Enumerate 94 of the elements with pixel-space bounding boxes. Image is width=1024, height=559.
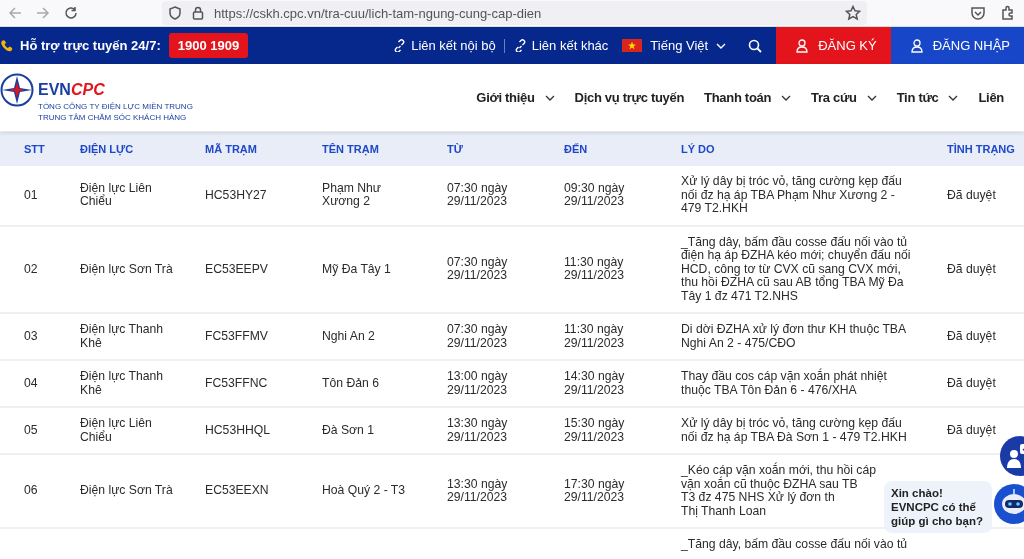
- table-cell-text: Điện lực Thanh Khê: [80, 323, 165, 350]
- back-icon: [8, 6, 22, 20]
- table-cell-text: EC53EEXN: [205, 484, 270, 498]
- status-text: Đã duyệt: [947, 376, 997, 391]
- table-cell-text: EC53EEPV: [205, 262, 269, 276]
- nav-item[interactable]: Giới thiệu: [476, 90, 555, 105]
- column-header: TÊN TRẠM: [322, 143, 380, 155]
- user-icon: [910, 38, 923, 53]
- status-text: Đã duyệt: [947, 262, 997, 276]
- table-cell-text: Đà Sơn 1: [322, 423, 376, 438]
- table-cell-text: Điện lực Liên Chiểu: [80, 417, 153, 444]
- status-text: Đã duyệt: [947, 329, 997, 344]
- reload-icon[interactable]: [64, 6, 78, 20]
- table-cell-text: HC53HHQL: [205, 423, 272, 438]
- table-cell-text: 05: [24, 423, 39, 438]
- table-cell-text: FC53FFNC: [205, 376, 269, 391]
- table-cell-text: 13:30 ngày 29/11/2023: [447, 417, 509, 444]
- column-header: LÝ DO: [681, 143, 716, 155]
- column-header: STT: [24, 143, 46, 155]
- chat-greeting: Xin chào! EVNCPC có thể giúp gì cho bạn?: [884, 481, 992, 533]
- support-label: Hỗ trợ trực tuyến 24/7:: [20, 38, 161, 53]
- header-link[interactable]: Liên kết nội bộ: [392, 38, 496, 53]
- header-link[interactable]: Liên kết khác: [512, 38, 609, 53]
- pocket-icon[interactable]: [970, 5, 986, 21]
- table-cell-text: Di dời ĐZHA xử lý đơn thư KH thuộc TBA Nghi An 2 - 475/CĐO: [681, 323, 907, 350]
- logo-wordmark: EVNCPC: [38, 80, 106, 99]
- table-cell-text: 07:30 ngày 29/11/2023: [447, 323, 509, 350]
- table-cell-text: 11:30 ngày 29/11/2023: [564, 255, 626, 283]
- table-cell-text: Mỹ Đa Tây 1: [322, 262, 392, 276]
- table-cell-text: 03: [24, 329, 39, 344]
- shield-icon: [168, 6, 182, 20]
- status-text: Đã duyệt: [947, 188, 997, 202]
- flag-icon: [622, 39, 643, 52]
- nav-item[interactable]: Dịch vụ trực tuyến: [574, 90, 685, 105]
- table-cell-text: Nghi An 2: [322, 329, 376, 344]
- table-cell-text: 07:30 ngày 29/11/2023: [447, 181, 509, 209]
- hotline-badge[interactable]: 1900 1909: [168, 33, 249, 58]
- register-button[interactable]: ĐĂNG KÝ: [776, 27, 891, 64]
- chevron-down-icon: [716, 42, 727, 49]
- table-cell-text: 13:30 ngày 29/11/2023: [447, 477, 509, 505]
- column-header: ĐẾN: [564, 143, 589, 155]
- phone-icon: [0, 38, 14, 53]
- extensions-icon[interactable]: [1000, 5, 1016, 21]
- table-cell-text: 06: [24, 484, 39, 498]
- nav-item[interactable]: Tin tức: [896, 90, 959, 105]
- chevron-down-icon: [948, 94, 959, 101]
- table-cell: _Tăng dây, bấm đầu cosse đấu nối vào tủ: [681, 538, 908, 552]
- table-cell-text: Thay đầu cos cáp vặn xoắn phát nhiệt thuộc TBA Tôn Đản 6 - 476/XHA: [681, 370, 888, 397]
- search-icon[interactable]: [748, 38, 763, 53]
- table-cell-text: 04: [24, 376, 39, 391]
- link-icon: [392, 39, 406, 52]
- column-header: TÌNH TRẠNG: [947, 143, 1016, 155]
- table-cell-text: 02: [24, 262, 39, 276]
- table-cell-text: HC53HY27: [205, 188, 268, 202]
- table-cell-text: Phạm Như Xương 2: [322, 181, 382, 209]
- table-cell-text: Xử lý dây bị tróc vỏ, tăng cường kẹp đấu nối đz hạ áp TBA Phạm Như Xương 2 - 479 T2.HKH: [681, 175, 903, 216]
- table-cell-text: 17:30 ngày 29/11/2023: [564, 477, 626, 505]
- table-cell-text: Xử lý dây bị tróc vỏ, tăng cường kẹp đấu nối đz hạ áp TBA Đà Sơn 1 - 479 T2.HKH: [681, 417, 908, 444]
- nav-item[interactable]: Thanh toán: [704, 90, 792, 105]
- column-header: ĐIỆN LỰC: [80, 143, 135, 155]
- company-name: TỔNG CÔNG TY ĐIỆN LỰC MIỀN TRUNG: [38, 100, 193, 112]
- table-cell-text: Điện lực Thanh Khê: [80, 370, 165, 397]
- table-cell-text: 01: [24, 188, 39, 202]
- table-cell-text: 14:30 ngày 29/11/2023: [564, 370, 626, 397]
- table-cell-text: 09:30 ngày 29/11/2023: [564, 181, 626, 209]
- star-icon[interactable]: [845, 5, 861, 21]
- column-header: TỪ: [447, 143, 464, 155]
- nav-item[interactable]: Liên: [978, 90, 1004, 105]
- nav-item[interactable]: Tra cứu: [811, 90, 877, 105]
- table-cell-text: Tôn Đản 6: [322, 376, 380, 391]
- table-cell-text: _Tăng dây, bấm đầu cosse đấu nối vào tủ điện hạ áp ĐZHA kéo mới; chuyển đấu nối HCD, công tơ từ CVX cũ sang CVX mới, thu hồi ĐZHA cũ sau AB tổng TBA Mỹ Đa Tây 1 đz 471 T2.NHS: [681, 235, 912, 303]
- table-cell-text: 07:30 ngày 29/11/2023: [447, 255, 509, 283]
- login-button[interactable]: ĐĂNG NHẬP: [890, 27, 1024, 64]
- table-cell-text: Điện lực Liên Chiểu: [80, 181, 153, 209]
- chevron-down-icon: [781, 94, 792, 101]
- status-text: Đã duyệt: [947, 423, 997, 438]
- chevron-down-icon: [544, 94, 555, 101]
- user-icon: [796, 38, 809, 53]
- table-cell-text: 13:00 ngày 29/11/2023: [447, 370, 509, 397]
- table-cell-text: Hoà Quý 2 - T3: [322, 484, 407, 498]
- center-name: TRUNG TÂM CHĂM SÓC KHÁCH HÀNG: [38, 111, 188, 123]
- lock-icon: [192, 6, 204, 20]
- address-bar[interactable]: https://cskh.cpc.vn/tra-cuu/lich-tam-ngung-cung-cap-dien: [162, 1, 867, 25]
- table-cell-text: FC53FFMV: [205, 329, 269, 344]
- column-header: MÃ TRẠM: [205, 143, 258, 155]
- table-cell-text: 15:30 ngày 29/11/2023: [564, 417, 626, 444]
- table-cell-text: Điện lực Sơn Trà: [80, 262, 174, 276]
- table-cell-text: 11:30 ngày 29/11/2023: [564, 323, 626, 350]
- robot-icon[interactable]: [994, 484, 1024, 524]
- url-text: https://cskh.cpc.vn/tra-cuu/lich-tam-ngung-cung-cap-dien: [214, 5, 543, 21]
- table-cell-text: Điện lực Sơn Trà: [80, 484, 174, 498]
- table-cell: _Kéo cáp vặn xoắn mới, thu hồi cáp vặn xoắn cũ thuộc ĐZHA sau TB T3 đz 475 NHS Xử lý đơn th Thị Thanh Loan: [681, 464, 876, 518]
- language-selector[interactable]: Tiếng Việt: [622, 38, 727, 53]
- chevron-down-icon: [866, 94, 877, 101]
